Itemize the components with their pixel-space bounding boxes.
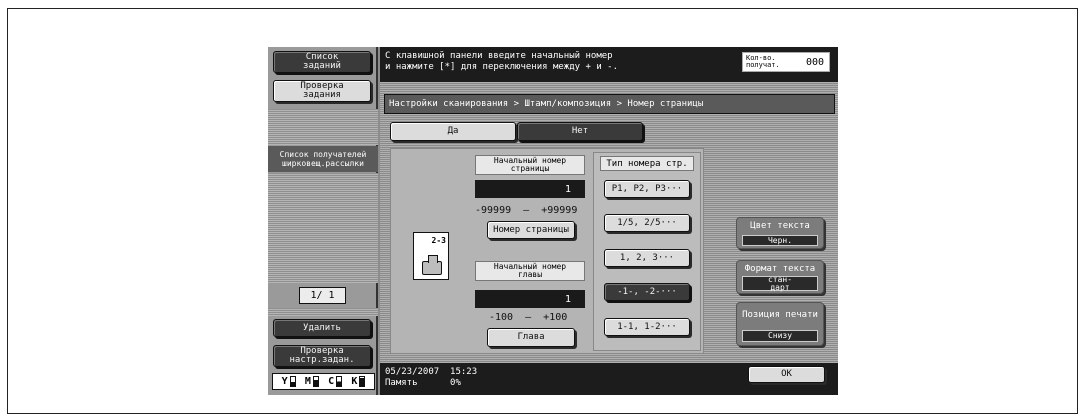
page-type-option[interactable]: 1, 2, 3··· <box>604 249 690 267</box>
start-chapter-range: -100 – +100 <box>489 312 568 323</box>
job-check-button[interactable]: Проверка задания <box>273 80 371 102</box>
toner-black-label: K <box>351 376 358 387</box>
main-area: Настройки сканирования > Штамп/композици… <box>380 82 838 363</box>
sidebar-pattern <box>268 173 378 283</box>
sidebar-pattern <box>268 109 378 145</box>
check-job-settings-button[interactable]: Проверка настр.задан. <box>273 345 371 367</box>
text-format-value: стан- дарт <box>742 275 818 291</box>
page-type-option-selected[interactable]: -1-, -2-··· <box>604 283 690 301</box>
toner-cyan: C <box>328 376 343 387</box>
toner-magenta: M <box>305 376 319 387</box>
text-format-label: Формат текста <box>744 264 816 274</box>
text-format-button[interactable]: Формат текста стан- дарт <box>736 260 824 294</box>
text-color-button[interactable]: Цвет текста Черн. <box>736 217 824 249</box>
recipients-count: 000 <box>805 56 824 68</box>
toner-magenta-bar <box>312 376 319 387</box>
page-type-group: Тип номера стр. P1, P2, P3··· 1/5, 2/5··… <box>593 152 701 351</box>
ok-button[interactable]: OK <box>748 366 825 383</box>
start-page-label: Начальный номер страницы <box>475 155 585 175</box>
control-panel-screen: Список заданий Проверка задания Список п… <box>268 47 838 395</box>
stamp-icon <box>422 255 442 275</box>
status-bar: 05/23/2007 15:23 Память 0% OK <box>380 363 838 395</box>
page-indicator: 1/ 1 <box>299 287 346 304</box>
chapter-button[interactable]: Глава <box>487 328 575 347</box>
left-sidebar: Список заданий Проверка задания Список п… <box>268 47 378 395</box>
toner-cyan-label: C <box>328 376 335 387</box>
page-number-panel: 2-3 Начальный номер страницы 1 -99999 – … <box>390 148 704 354</box>
instruction-message: С клавишной панели введите начальный ном… <box>385 51 618 72</box>
start-chapter-label: Начальный номер главы <box>475 261 585 281</box>
yes-button[interactable]: Да <box>390 122 516 141</box>
page-type-option[interactable]: 1/5, 2/5··· <box>604 214 690 232</box>
toner-magenta-label: M <box>304 376 311 387</box>
date: 05/23/2007 <box>385 367 440 377</box>
memory-label: Память <box>385 378 418 388</box>
page-type-title: Тип номера стр. <box>600 156 694 171</box>
toner-black-bar <box>359 376 366 387</box>
sidebar-pattern <box>268 308 378 316</box>
toner-yellow-label: Y <box>281 376 288 387</box>
toner-levels: Y M C K <box>272 373 375 390</box>
toner-black: K <box>351 376 366 387</box>
text-color-value: Черн. <box>742 235 818 246</box>
recipients-counter: Кол-во. получат. 000 <box>742 52 830 72</box>
recipients-label: Кол-во. получат. <box>746 54 780 69</box>
message-bar: С клавишной панели введите начальный ном… <box>380 47 838 82</box>
toner-yellow-bar <box>289 376 296 387</box>
toner-cyan-bar <box>336 376 343 387</box>
time: 15:23 <box>450 367 478 377</box>
start-chapter-input[interactable]: 1 <box>475 290 585 308</box>
text-color-label: Цвет текста <box>750 221 810 231</box>
breadcrumb: Настройки сканирования > Штамп/композици… <box>384 94 835 114</box>
no-button[interactable]: Нет <box>517 122 643 141</box>
page-number-button[interactable]: Номер страницы <box>487 221 575 239</box>
print-position-button[interactable]: Позиция печати Снизу <box>736 302 824 346</box>
date-time: 05/23/2007 15:23 Память 0% <box>385 367 477 389</box>
start-page-range: -99999 – +99999 <box>475 205 578 216</box>
page-mark: 2-3 <box>431 236 446 245</box>
page-type-option[interactable]: P1, P2, P3··· <box>604 180 690 198</box>
toner-yellow: Y <box>282 376 296 387</box>
print-position-value: Снизу <box>742 330 818 342</box>
page-type-option[interactable]: 1-1, 1-2··· <box>604 318 690 336</box>
document-preview: 2-3 <box>413 232 449 280</box>
memory-value: 0% <box>450 378 461 388</box>
start-page-input[interactable]: 1 <box>475 180 585 198</box>
job-list-button[interactable]: Список заданий <box>273 51 371 73</box>
print-position-label: Позиция печати <box>742 310 818 320</box>
delete-button[interactable]: Удалить <box>273 319 371 337</box>
address-list-label: Список получателей ширковещ.рассылки <box>268 146 378 172</box>
